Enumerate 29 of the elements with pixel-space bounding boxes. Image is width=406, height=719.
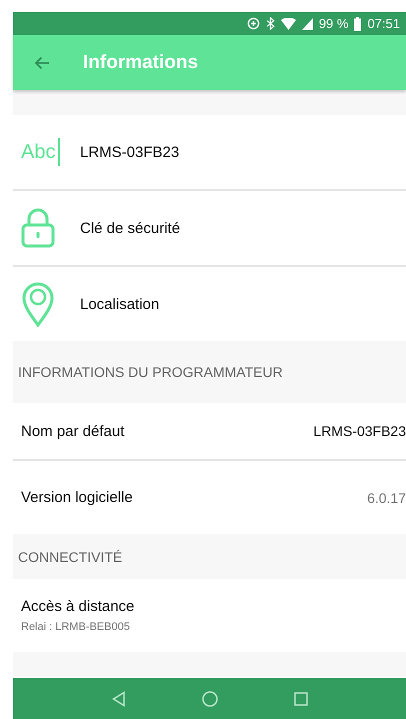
section-header: CONNECTIVITÉ [18, 548, 122, 564]
location-pin-icon [21, 281, 55, 327]
item-label: LRMS-03FB23 [80, 144, 180, 160]
data-saver-icon [246, 17, 260, 30]
signal-icon [302, 18, 313, 30]
padlock-icon [21, 208, 55, 248]
square-recents-icon [294, 692, 308, 706]
item-label: Localisation [80, 296, 160, 312]
list-item[interactable]: Accès à distance Relai : LRMB-BEB005 [13, 579, 406, 652]
item-value: LRMS-03FB23 [313, 423, 406, 439]
back-arrow-icon [34, 56, 50, 70]
list-item[interactable]: Abc LRMS-03FB23 [13, 115, 406, 191]
item-value: 6.0.17 [367, 490, 406, 506]
item-label: Clé de sécurité [80, 220, 180, 236]
item-subtitle: Relai : LRMB-BEB005 [21, 621, 131, 633]
battery-icon [354, 16, 362, 30]
screen-title: Informations [83, 52, 198, 74]
circle-home-icon [202, 690, 218, 706]
battery-percent: 99 % [318, 16, 348, 31]
list-item[interactable]: Localisation [13, 267, 406, 341]
wifi-icon [280, 18, 296, 30]
triangle-back-icon [112, 690, 126, 706]
clock-time: 07:51 [367, 16, 400, 31]
list-item[interactable]: Clé de sécurité [13, 191, 406, 267]
section-header: INFORMATIONS DU PROGRAMMATEUR [18, 364, 283, 380]
bluetooth-icon [266, 17, 275, 30]
item-label: Nom par défaut [21, 422, 124, 440]
item-label: Version logicielle [21, 489, 133, 506]
item-label: Accès à distance [21, 598, 136, 615]
